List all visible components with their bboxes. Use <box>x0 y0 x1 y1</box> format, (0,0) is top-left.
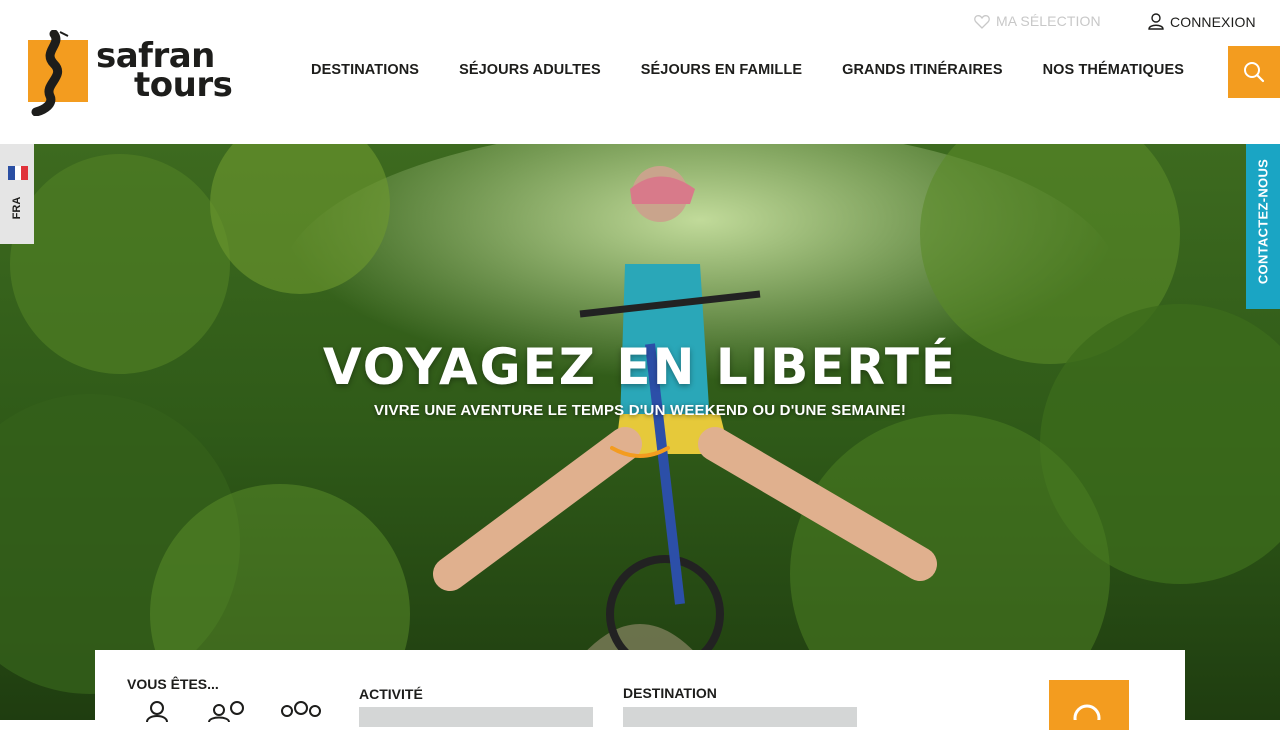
hero-subtitle: VIVRE UNE AVENTURE LE TEMPS D'UN WEEKEND… <box>373 402 907 419</box>
login-link[interactable]: CONNEXION <box>1148 13 1256 30</box>
language-label: FRA <box>11 196 23 220</box>
search-icon <box>1244 62 1265 83</box>
nav-item-destinations[interactable]: DESTINATIONS <box>311 62 419 78</box>
activity-select[interactable] <box>359 707 593 727</box>
search-icon <box>1073 704 1101 730</box>
nav-item-grands-itineraires[interactable]: GRANDS ITINÉRAIRES <box>842 62 1003 78</box>
hero-banner: VOYAGEZ EN LIBERTÉ VIVRE UNE AVENTURE LE… <box>0 144 1280 720</box>
destination-select[interactable] <box>623 707 857 727</box>
france-flag-icon <box>8 166 29 180</box>
main-nav: DESTINATIONS SÉJOURS ADULTES SÉJOURS EN … <box>311 62 1224 78</box>
activity-label: ACTIVITÉ <box>359 686 423 702</box>
nav-item-thematiques[interactable]: NOS THÉMATIQUES <box>1043 62 1184 78</box>
heart-icon <box>974 14 990 29</box>
my-selection-link[interactable]: MA SÉLECTION <box>974 13 1101 29</box>
couple-icon[interactable] <box>205 700 251 722</box>
contact-us-label: CONTACTEZ-NOUS <box>1255 158 1271 285</box>
header-search-button[interactable] <box>1228 46 1280 98</box>
hero-photo <box>0 144 1280 720</box>
language-selector[interactable]: FRA <box>0 144 34 244</box>
panel-search-button[interactable] <box>1049 680 1129 730</box>
site-header: safran tours MA SÉLECTION CONNEXION DEST… <box>0 0 1280 144</box>
family-icon[interactable] <box>278 700 324 722</box>
single-person-icon[interactable] <box>145 700 169 722</box>
contact-us-tab[interactable]: CONTACTEZ-NOUS <box>1246 144 1280 309</box>
user-icon <box>1148 13 1164 30</box>
logo-text: safran tours <box>96 39 233 102</box>
nav-item-sejours-famille[interactable]: SÉJOURS EN FAMILLE <box>641 62 802 78</box>
destination-label: DESTINATION <box>623 685 717 701</box>
my-selection-label: MA SÉLECTION <box>996 13 1101 29</box>
nav-item-sejours-adultes[interactable]: SÉJOURS ADULTES <box>459 62 601 78</box>
search-panel: VOUS ÊTES... ACTIVITÉ DESTINATION <box>95 650 1185 730</box>
login-label: CONNEXION <box>1170 13 1256 30</box>
logo-mark-icon <box>28 29 88 117</box>
hero-title: VOYAGEZ EN LIBERTÉ <box>322 338 958 396</box>
decorative-smile-icon <box>610 446 670 458</box>
you-are-label: VOUS ÊTES... <box>127 676 219 692</box>
safran-tours-logo[interactable]: safran tours <box>24 29 234 117</box>
